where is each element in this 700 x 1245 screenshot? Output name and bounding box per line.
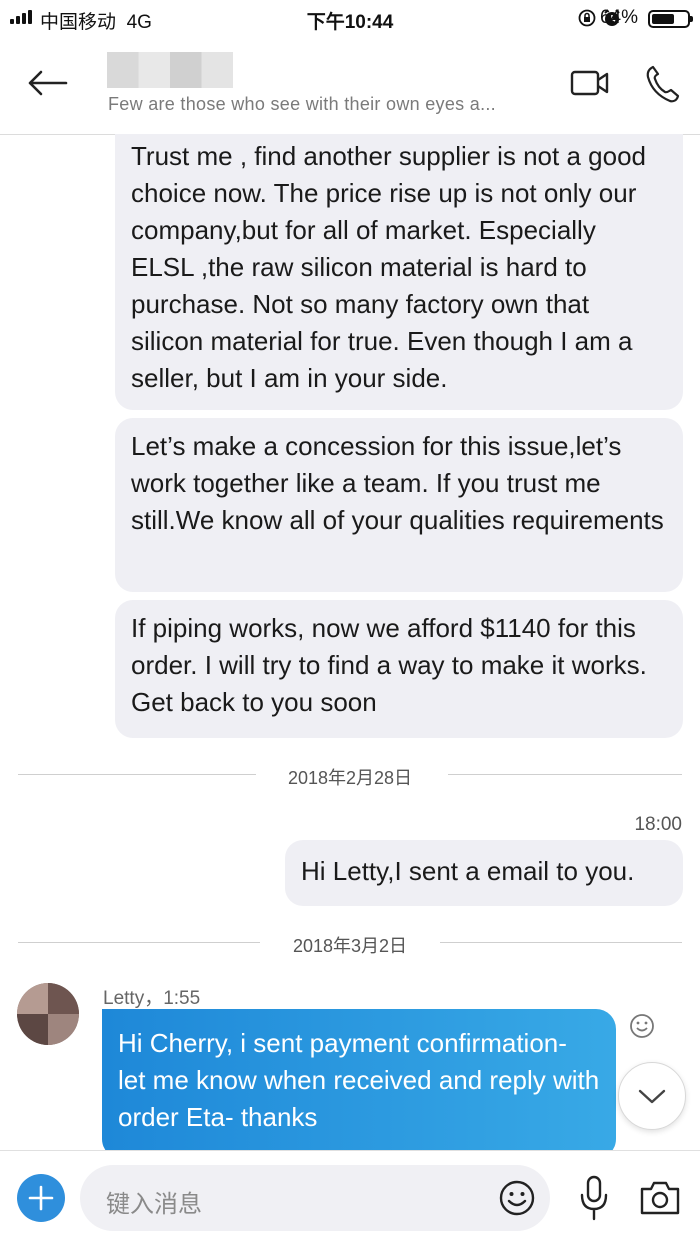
back-arrow-icon[interactable] xyxy=(24,60,70,106)
avatar[interactable] xyxy=(17,983,79,1045)
date-label: 2018年2月28日 xyxy=(287,768,413,788)
message-input[interactable]: 键入消息 xyxy=(80,1165,550,1231)
scroll-to-bottom-button[interactable] xyxy=(618,1062,686,1130)
contact-name-blurred[interactable] xyxy=(107,52,233,88)
lock-rotation-icon xyxy=(578,9,596,27)
camera-icon[interactable] xyxy=(638,1179,682,1217)
date-label: 2018年3月2日 xyxy=(292,936,408,956)
chat-header: Few are those who see with their own eye… xyxy=(0,38,700,135)
battery-percent: 64% xyxy=(599,7,638,28)
date-divider: 2018年3月2日 xyxy=(18,932,682,956)
video-call-icon[interactable] xyxy=(570,68,610,98)
add-icon xyxy=(28,1185,54,1211)
battery-icon xyxy=(648,10,693,28)
message-bubble-highlighted[interactable]: Hi Cherry, i sent payment confirmation- … xyxy=(102,1009,616,1159)
sender-name-time: Letty，1:55 xyxy=(103,988,201,1009)
message-timestamp: 18:00 xyxy=(634,814,682,835)
contact-mood-message[interactable]: Few are those who see with their own eye… xyxy=(108,94,496,115)
date-divider: 2018年2月28日 xyxy=(18,764,682,788)
add-button[interactable] xyxy=(17,1174,65,1222)
message-input-placeholder: 键入消息 xyxy=(106,1191,202,1218)
message-bubble-outgoing[interactable]: Hi Letty,I sent a email to you. xyxy=(285,840,683,906)
microphone-icon[interactable] xyxy=(578,1175,610,1221)
message-bubble-incoming[interactable]: Trust me , find another supplier is not … xyxy=(115,134,683,410)
reaction-smiley-icon[interactable] xyxy=(628,1012,656,1040)
phone-icon[interactable] xyxy=(644,64,680,104)
status-bar: 中国移动 4G 下午10:44 64% xyxy=(0,0,700,38)
emoji-icon[interactable] xyxy=(498,1179,536,1217)
message-composer: 键入消息 xyxy=(0,1150,700,1245)
message-bubble-incoming[interactable]: If piping works, now we afford $1140 for… xyxy=(115,600,683,738)
chevron-down-icon xyxy=(638,1089,666,1104)
message-bubble-incoming[interactable]: Let’s make a concession for this issue,l… xyxy=(115,418,683,592)
